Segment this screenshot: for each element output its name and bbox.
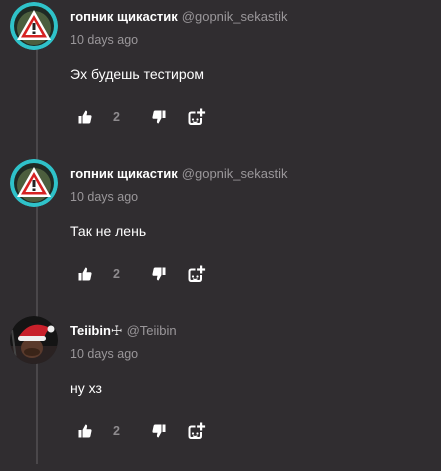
avatar[interactable]	[10, 2, 58, 50]
add-reply-icon	[188, 422, 206, 440]
comment-text: Так не лень	[70, 223, 147, 239]
timestamp[interactable]: 10 days ago	[70, 31, 138, 49]
warning-triangle-avatar-icon	[10, 2, 58, 50]
thumbs-down-icon	[152, 424, 166, 438]
comment-text: Эх будешь тестиром	[70, 66, 205, 82]
comment: гопник щикастик @gopnik_sekastik 10 days …	[0, 0, 441, 157]
like-count: 2	[113, 110, 120, 124]
like-count: 2	[113, 267, 120, 281]
comment-header: Teiibin☩ @Teiibin	[70, 322, 177, 340]
avatar[interactable]	[10, 159, 58, 207]
warning-triangle-avatar-icon	[10, 159, 58, 207]
add-reply-icon	[188, 108, 206, 126]
add-reply-button[interactable]	[188, 104, 206, 130]
comment-text: ну хз	[70, 380, 102, 396]
add-reply-button[interactable]	[188, 418, 206, 444]
dislike-button[interactable]	[152, 104, 166, 130]
avatar[interactable]	[10, 316, 58, 364]
comment: Teiibin☩ @Teiibin 10 days ago ну хз 2	[0, 314, 441, 471]
username[interactable]: гопник щикастик	[70, 166, 178, 181]
handle[interactable]: @gopnik_sekastik	[182, 9, 288, 24]
like-button[interactable]	[78, 104, 92, 130]
comment: гопник щикастик @gopnik_sekastik 10 days …	[0, 157, 441, 314]
like-count: 2	[113, 424, 120, 438]
thumbs-up-icon	[78, 424, 92, 438]
comment-actions: 2	[70, 418, 230, 444]
comment-header: гопник щикастик @gopnik_sekastik	[70, 165, 288, 183]
add-reply-icon	[188, 265, 206, 283]
username[interactable]: Teiibin☩	[70, 323, 123, 338]
thumbs-up-icon	[78, 267, 92, 281]
comment-header: гопник щикастик @gopnik_sekastik	[70, 8, 288, 26]
santa-hat-avatar-icon	[10, 316, 58, 364]
handle[interactable]: @Teiibin	[127, 323, 177, 338]
comment-actions: 2	[70, 261, 230, 287]
username[interactable]: гопник щикастик	[70, 9, 178, 24]
dislike-button[interactable]	[152, 261, 166, 287]
add-reply-button[interactable]	[188, 261, 206, 287]
comment-actions: 2	[70, 104, 230, 130]
timestamp[interactable]: 10 days ago	[70, 345, 138, 363]
like-button[interactable]	[78, 261, 92, 287]
dislike-button[interactable]	[152, 418, 166, 444]
handle[interactable]: @gopnik_sekastik	[182, 166, 288, 181]
timestamp[interactable]: 10 days ago	[70, 188, 138, 206]
thumbs-up-icon	[78, 110, 92, 124]
like-button[interactable]	[78, 418, 92, 444]
thumbs-down-icon	[152, 110, 166, 124]
thumbs-down-icon	[152, 267, 166, 281]
